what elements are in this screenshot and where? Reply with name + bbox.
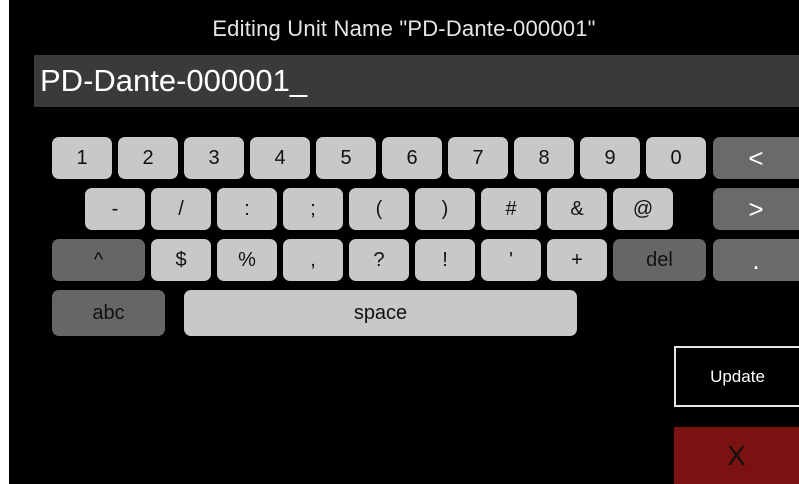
key-ampersand[interactable]: & [547,188,607,230]
key-dollar[interactable]: $ [151,239,211,281]
delete-key[interactable]: del [613,239,706,281]
key-5[interactable]: 5 [316,137,376,179]
key-6[interactable]: 6 [382,137,442,179]
screenshot-frame: Editing Unit Name "PD-Dante-000001" PD-D… [0,0,799,484]
key-4[interactable]: 4 [250,137,310,179]
cursor-left-key[interactable]: < [713,137,799,179]
key-question[interactable]: ? [349,239,409,281]
key-colon[interactable]: : [217,188,277,230]
key-close-paren[interactable]: ) [415,188,475,230]
key-percent[interactable]: % [217,239,277,281]
key-exclamation[interactable]: ! [415,239,475,281]
key-0[interactable]: 0 [646,137,706,179]
page-title: Editing Unit Name "PD-Dante-000001" [212,16,596,41]
key-slash[interactable]: / [151,188,211,230]
update-button[interactable]: Update [674,346,799,407]
cursor-right-key[interactable]: > [713,188,799,230]
key-7[interactable]: 7 [448,137,508,179]
key-8[interactable]: 8 [514,137,574,179]
key-comma[interactable]: , [283,239,343,281]
key-3[interactable]: 3 [184,137,244,179]
key-hash[interactable]: # [481,188,541,230]
key-2[interactable]: 2 [118,137,178,179]
key-at[interactable]: @ [613,188,673,230]
unit-name-field[interactable]: PD-Dante-000001_ [34,55,799,107]
cancel-button[interactable]: X [674,427,799,484]
period-key[interactable]: . [713,239,799,281]
abc-key[interactable]: abc [52,290,165,336]
key-1[interactable]: 1 [52,137,112,179]
unit-name-value: PD-Dante-000001_ [40,63,308,98]
keyboard-screen: Editing Unit Name "PD-Dante-000001" PD-D… [9,0,799,484]
space-key[interactable]: space [184,290,577,336]
key-open-paren[interactable]: ( [349,188,409,230]
key-plus[interactable]: + [547,239,607,281]
key-9[interactable]: 9 [580,137,640,179]
shift-key[interactable]: ^ [52,239,145,281]
key-semicolon[interactable]: ; [283,188,343,230]
key-hyphen[interactable]: - [85,188,145,230]
key-apostrophe[interactable]: ' [481,239,541,281]
